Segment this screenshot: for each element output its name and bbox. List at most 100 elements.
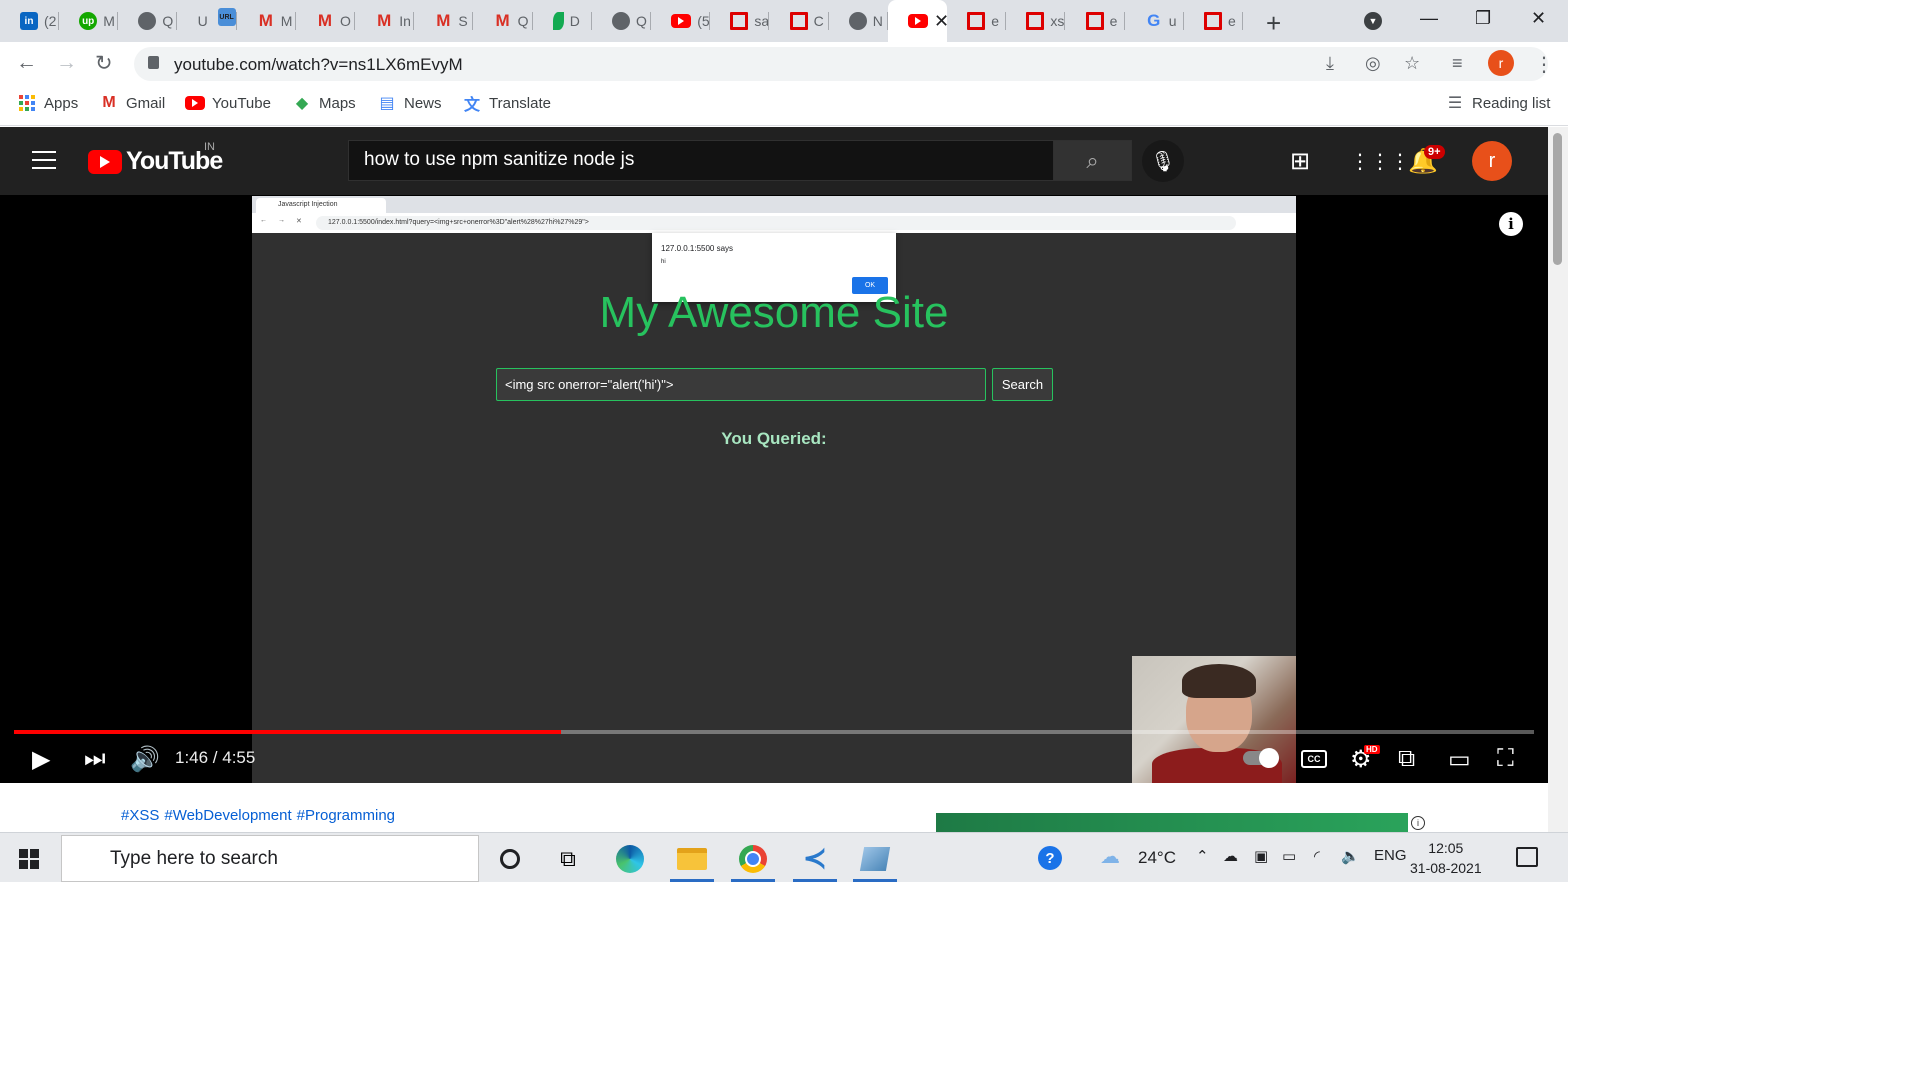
browser-tab[interactable]: MO bbox=[296, 0, 355, 42]
taskbar-chrome[interactable] bbox=[723, 835, 783, 882]
onedrive-icon[interactable]: ☁ bbox=[1223, 847, 1238, 865]
lock-icon[interactable] bbox=[148, 56, 159, 69]
taskbar-vscode[interactable]: ≺ bbox=[785, 835, 845, 882]
site-search-button: Search bbox=[992, 368, 1053, 401]
help-icon[interactable]: ? bbox=[1038, 846, 1062, 870]
recorded-browser-tab: Javascript Injection bbox=[256, 198, 386, 213]
task-view-button[interactable]: ⧉ bbox=[538, 835, 598, 882]
subtitles-icon[interactable]: CC bbox=[1301, 750, 1327, 768]
bookmark-gmail[interactable]: M Gmail bbox=[100, 94, 165, 112]
action-center-icon[interactable] bbox=[1516, 847, 1538, 867]
taskbar-search-input[interactable]: Type here to search bbox=[61, 835, 479, 882]
taskbar-notepad[interactable] bbox=[845, 835, 905, 882]
create-video-icon[interactable]: ⊞ bbox=[1290, 147, 1310, 176]
media-control-icon[interactable]: ≡ bbox=[1452, 53, 1463, 74]
youtube-avatar[interactable]: r bbox=[1472, 141, 1512, 181]
browser-tab[interactable]: D bbox=[533, 0, 592, 42]
close-window-icon[interactable]: ✕ bbox=[1531, 8, 1546, 29]
taskbar-clock[interactable]: 12:05 31-08-2021 bbox=[1410, 838, 1482, 878]
language-indicator[interactable]: ENG bbox=[1374, 847, 1407, 864]
new-tab-button[interactable]: + bbox=[1266, 8, 1281, 39]
browser-tab[interactable]: Gu bbox=[1125, 0, 1184, 42]
browser-tab[interactable]: up M bbox=[59, 0, 119, 42]
tracking-blocked-icon[interactable]: ◎ bbox=[1365, 53, 1381, 74]
ad-info-icon[interactable]: i bbox=[1411, 816, 1425, 830]
play-icon[interactable]: ▶ bbox=[32, 745, 50, 774]
page-scrollbar[interactable] bbox=[1548, 127, 1568, 832]
browser-tab[interactable]: e bbox=[1066, 0, 1125, 42]
browser-tab[interactable]: in (2 bbox=[0, 0, 59, 42]
autoplay-toggle[interactable] bbox=[1243, 748, 1279, 768]
cortana-button[interactable] bbox=[480, 835, 540, 882]
scrollbar-thumb[interactable] bbox=[1553, 133, 1562, 265]
youtube-search-input[interactable]: how to use npm sanitize node js bbox=[348, 140, 1054, 181]
miniplayer-icon[interactable]: ⧉ bbox=[1398, 745, 1415, 773]
weather-cloud-icon[interactable]: ☁ bbox=[1100, 844, 1120, 869]
close-tab-icon[interactable]: ✕ bbox=[934, 11, 947, 32]
progress-bar[interactable] bbox=[14, 730, 1534, 734]
browser-menu-icon[interactable]: ⋮ bbox=[1534, 52, 1554, 77]
youtube-logo[interactable]: YouTube bbox=[88, 147, 223, 176]
browser-tab[interactable]: Q bbox=[118, 0, 178, 42]
fullscreen-icon[interactable]: ⛶ bbox=[1497, 745, 1514, 773]
bookmark-news[interactable]: ▤ News bbox=[378, 94, 441, 113]
browser-tab[interactable]: (5 bbox=[651, 0, 711, 42]
video-player[interactable]: Javascript Injection ← → ✕ 127.0.0.1:550… bbox=[0, 195, 1548, 783]
tab-title: sa bbox=[754, 13, 770, 29]
browser-tab[interactable]: N bbox=[829, 0, 888, 42]
install-app-icon[interactable]: ⤓ bbox=[1326, 53, 1334, 74]
reading-list-button[interactable]: ☰ Reading list bbox=[1446, 94, 1551, 113]
hashtag-link[interactable]: #Programming bbox=[297, 807, 395, 824]
alert-message: hi bbox=[661, 259, 666, 265]
volume-icon[interactable]: 🔊 bbox=[130, 745, 160, 774]
browser-tab[interactable]: ✕ bbox=[888, 0, 947, 42]
taskbar-edge[interactable] bbox=[600, 835, 660, 882]
show-hidden-icons-icon[interactable]: ⌃ bbox=[1196, 847, 1209, 865]
bookmark-apps[interactable]: Apps bbox=[18, 94, 78, 112]
bookmark-translate[interactable]: 文 Translate bbox=[463, 94, 551, 115]
taskbar-file-explorer[interactable] bbox=[662, 835, 722, 882]
next-video-icon[interactable]: ⏭ bbox=[84, 745, 106, 773]
search-button[interactable]: ⌕ bbox=[1053, 140, 1132, 181]
tab-search-icon[interactable]: ▼ bbox=[1364, 12, 1382, 30]
back-icon[interactable]: ← bbox=[16, 51, 37, 75]
reload-icon[interactable]: ↻ bbox=[95, 51, 113, 76]
url-text[interactable]: youtube.com/watch?v=ns1LX6mEvyM bbox=[174, 55, 463, 75]
browser-tab[interactable]: URL U bbox=[178, 0, 237, 42]
volume-tray-icon[interactable]: 🔈 bbox=[1341, 847, 1360, 865]
apps-grid-icon[interactable]: ⋮⋮⋮ bbox=[1350, 149, 1410, 174]
browser-tab[interactable]: M In bbox=[355, 0, 415, 42]
restore-icon[interactable]: ❐ bbox=[1475, 8, 1491, 29]
ad-banner[interactable] bbox=[936, 813, 1408, 832]
hamburger-menu-icon[interactable] bbox=[32, 151, 56, 169]
browser-tab[interactable]: MM bbox=[237, 0, 296, 42]
hashtag-link[interactable]: #WebDevelopment bbox=[164, 807, 291, 824]
windows-start-icon[interactable] bbox=[19, 849, 39, 869]
forward-icon[interactable]: → bbox=[56, 51, 77, 75]
minimize-icon[interactable]: — bbox=[1420, 8, 1438, 29]
meet-now-icon[interactable]: ▣ bbox=[1254, 847, 1268, 865]
browser-tab[interactable]: MS bbox=[414, 0, 474, 42]
browser-tab[interactable]: xs bbox=[1006, 0, 1066, 42]
browser-tab[interactable]: e bbox=[947, 0, 1007, 42]
browser-tab[interactable]: e bbox=[1184, 0, 1243, 42]
browser-tab[interactable]: Q bbox=[592, 0, 651, 42]
temperature[interactable]: 24°C bbox=[1138, 848, 1176, 868]
tab-title: D bbox=[569, 13, 580, 29]
bookmark-maps[interactable]: ◆ Maps bbox=[293, 94, 356, 113]
hashtag-link[interactable]: #XSS bbox=[121, 807, 159, 824]
bookmark-youtube[interactable]: YouTube bbox=[185, 94, 271, 112]
browser-tab[interactable]: C bbox=[770, 0, 829, 42]
profile-avatar[interactable]: r bbox=[1488, 50, 1514, 76]
voice-search-button[interactable]: 🎙 bbox=[1142, 140, 1184, 182]
gmail-icon: M bbox=[317, 11, 333, 30]
theater-mode-icon[interactable]: ▭ bbox=[1448, 745, 1471, 774]
bookmark-star-icon[interactable]: ☆ bbox=[1404, 53, 1420, 74]
youtube-icon bbox=[671, 14, 692, 28]
battery-icon[interactable]: ▭ bbox=[1282, 847, 1296, 865]
browser-tab[interactable]: sa bbox=[710, 0, 770, 42]
browser-tab[interactable]: MQ bbox=[474, 0, 533, 42]
address-bar[interactable]: youtube.com/watch?v=ns1LX6mEvyM ⤓ ◎ ☆ bbox=[134, 47, 1548, 81]
info-icon[interactable]: i bbox=[1499, 212, 1523, 236]
wifi-icon[interactable]: ◜ bbox=[1314, 847, 1320, 865]
